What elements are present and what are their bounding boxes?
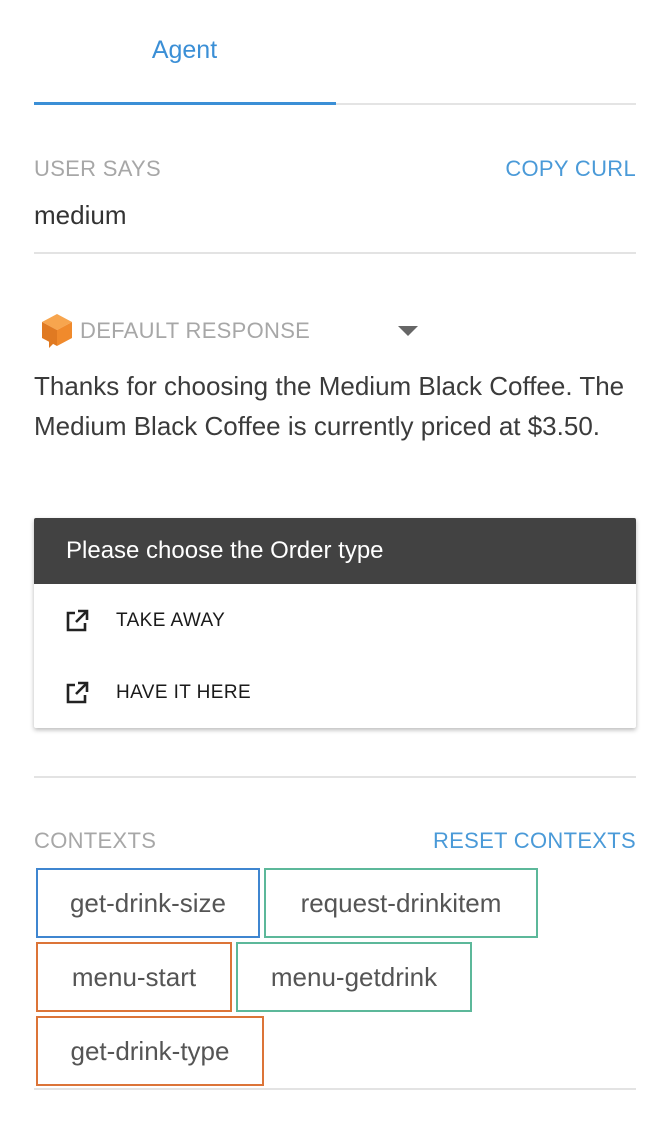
tab-agent-label: Agent: [151, 36, 218, 64]
take-away-label: TAKE AWAY: [116, 610, 226, 631]
context-chip-get-drink-size[interactable]: get-drink-size: [36, 868, 260, 938]
chevron-down-icon[interactable]: [396, 324, 420, 338]
default-response-label: DEFAULT RESPONSE: [80, 318, 311, 343]
tab-divider: [336, 103, 636, 105]
external-link-icon: [66, 681, 89, 704]
card-title: Please choose the Order type: [66, 537, 384, 564]
context-chip-menu-getdrink[interactable]: menu-getdrink: [236, 942, 472, 1012]
divider: [34, 1088, 636, 1090]
reset-contexts-link[interactable]: RESET CONTEXTS: [433, 828, 636, 854]
card-header: Please choose the Order type: [34, 518, 636, 584]
tab-agent[interactable]: Agent: [34, 0, 335, 104]
order-type-card: Please choose the Order type TAKE AWAY H…: [34, 518, 636, 728]
have-it-here-button[interactable]: HAVE IT HERE: [34, 658, 636, 724]
cube-icon: [42, 314, 72, 348]
take-away-button[interactable]: TAKE AWAY: [34, 586, 636, 652]
context-chip-menu-start[interactable]: menu-start: [36, 942, 232, 1012]
context-chip-request-drinkitem[interactable]: request-drinkitem: [264, 868, 538, 938]
have-it-here-label: HAVE IT HERE: [116, 682, 252, 703]
tab-bar: Agent: [34, 0, 636, 106]
context-chip-get-drink-type[interactable]: get-drink-type: [36, 1016, 264, 1086]
user-says-label: USER SAYS: [34, 156, 161, 181]
agent-test-panel: Agent USER SAYS COPY CURL medium DEFAULT…: [0, 0, 654, 1136]
response-text: Thanks for choosing the Medium Black Cof…: [34, 371, 625, 441]
external-link-icon: [66, 609, 89, 632]
copy-curl-link[interactable]: COPY CURL: [505, 156, 636, 182]
divider: [34, 252, 636, 254]
active-tab-indicator: [34, 102, 336, 105]
contexts-label: CONTEXTS: [34, 828, 157, 853]
user-says-value: medium: [34, 200, 127, 230]
divider: [34, 776, 636, 778]
